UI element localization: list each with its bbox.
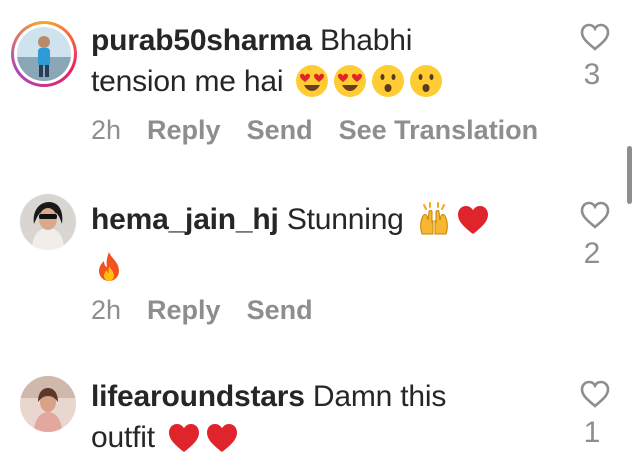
scrollbar[interactable]: [627, 146, 632, 204]
send-button[interactable]: Send: [247, 295, 313, 325]
comment-time: 2h: [91, 295, 122, 325]
comment-text: hema_jain_hj Stunning: [91, 199, 561, 295]
comment-username[interactable]: purab50sharma: [91, 24, 312, 57]
comment-body-line2: tension me hai: [91, 65, 284, 98]
avatar-image: [20, 194, 76, 250]
avatar[interactable]: [20, 376, 76, 432]
comment-time: 2h: [91, 115, 122, 145]
red-heart-emoji-icon: [167, 422, 201, 465]
comment-username[interactable]: hema_jain_hj: [91, 203, 279, 236]
like-count: 2: [583, 237, 601, 270]
reply-button[interactable]: Reply: [147, 115, 221, 145]
avatar-image: [20, 376, 76, 432]
like-heart-icon[interactable]: [580, 201, 610, 229]
like-count: 1: [583, 416, 601, 449]
like-count: 3: [583, 58, 601, 91]
reply-button[interactable]: Reply: [147, 295, 221, 325]
comment-body-line2: outfit: [91, 421, 155, 454]
red-heart-emoji-icon: [456, 204, 490, 247]
comment-actions: 2h Reply Send See Translation: [91, 115, 564, 146]
send-button[interactable]: Send: [247, 115, 313, 145]
avatar-image: [17, 27, 71, 81]
heart-eyes-emoji-icon: [295, 64, 329, 109]
comment-body: Damn this: [312, 380, 447, 413]
like-heart-icon[interactable]: [580, 23, 610, 51]
comment-body: Bhabhi: [319, 24, 413, 57]
see-translation-button[interactable]: See Translation: [339, 115, 539, 145]
comment-body: Stunning: [286, 203, 404, 236]
raising-hands-emoji-icon: [416, 200, 452, 247]
like-heart-icon[interactable]: [580, 380, 610, 408]
red-heart-emoji-icon: [205, 422, 239, 465]
comment-text: purab50sharma Bhabhi tension me hai: [91, 20, 561, 109]
comment-actions: 2h Reply Send: [91, 295, 339, 326]
surprised-emoji-icon: [371, 64, 405, 109]
avatar[interactable]: [11, 21, 77, 87]
comment-username[interactable]: lifearoundstars: [91, 380, 305, 413]
fire-emoji-icon: [93, 250, 125, 295]
avatar[interactable]: [20, 194, 76, 250]
heart-eyes-emoji-icon: [333, 64, 367, 109]
comment-text: lifearoundstars Damn this outfit: [91, 376, 561, 465]
surprised-emoji-icon: [409, 64, 443, 109]
